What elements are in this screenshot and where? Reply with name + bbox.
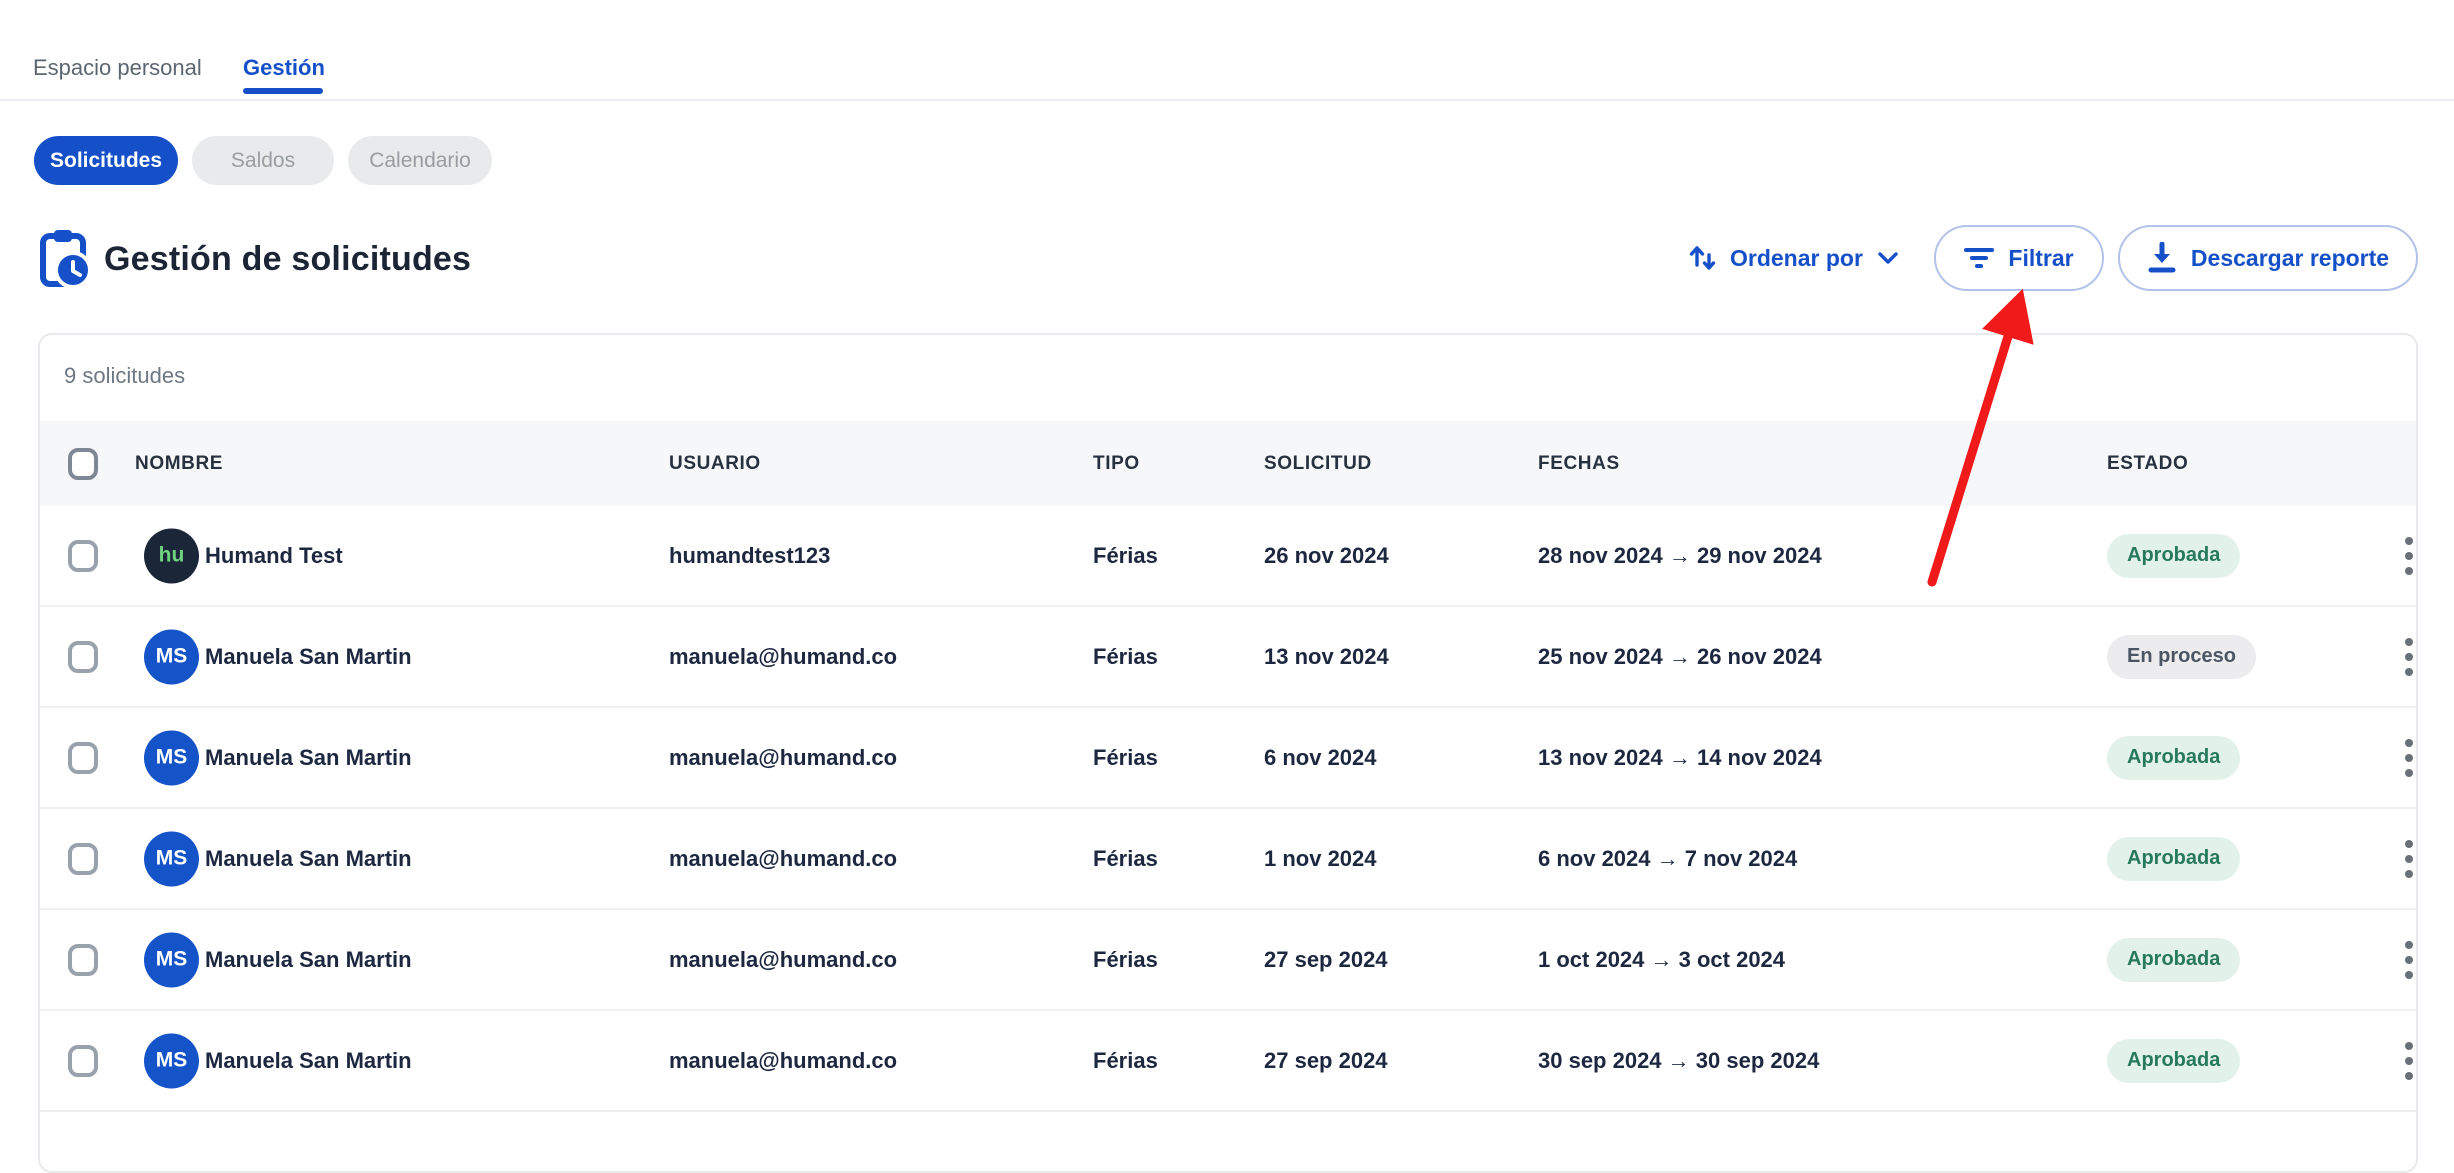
download-report-label: Descargar reporte: [2191, 245, 2389, 272]
kebab-menu-icon[interactable]: [2396, 1039, 2422, 1083]
cell-user: manuela@humand.co: [669, 745, 897, 771]
cell-tipo: Férias: [1093, 543, 1158, 569]
table-row: MS Manuela San Martin manuela@humand.co …: [40, 910, 2416, 1011]
col-header-tipo: TIPO: [1093, 453, 1140, 475]
cell-solicitud: 26 nov 2024: [1264, 543, 1389, 569]
cell-fechas: 1 oct 2024 → 3 oct 2024: [1538, 947, 1785, 973]
cell-fechas: 30 sep 2024 → 30 sep 2024: [1538, 1048, 1819, 1074]
row-checkbox[interactable]: [68, 1045, 98, 1077]
sort-arrows-icon: [1688, 241, 1718, 275]
cell-tipo: Férias: [1093, 745, 1158, 771]
cell-tipo: Férias: [1093, 644, 1158, 670]
avatar: hu: [144, 528, 199, 583]
avatar: MS: [144, 1033, 199, 1088]
page-title: Gestión de solicitudes: [104, 240, 471, 279]
avatar: MS: [144, 831, 199, 886]
avatar: MS: [144, 932, 199, 987]
table-header-row: NOMBRE USUARIO TIPO SOLICITUD FECHAS EST…: [40, 421, 2416, 506]
cell-user: humandtest123: [669, 543, 830, 569]
filter-icon: [1964, 245, 1994, 271]
cell-fechas: 25 nov 2024 → 26 nov 2024: [1538, 644, 1822, 670]
kebab-menu-icon[interactable]: [2396, 534, 2422, 578]
table-body: hu Humand Test humandtest123 Férias 26 n…: [40, 506, 2416, 1112]
kebab-menu-icon[interactable]: [2396, 635, 2422, 679]
request-count: 9 solicitudes: [64, 363, 185, 389]
cell-tipo: Férias: [1093, 1048, 1158, 1074]
cell-fechas: 6 nov 2024 → 7 nov 2024: [1538, 846, 1797, 872]
cell-solicitud: 6 nov 2024: [1264, 745, 1377, 771]
cell-name: Manuela San Martin: [205, 1048, 412, 1074]
pill-saldos[interactable]: Saldos: [192, 136, 334, 185]
col-header-usuario: USUARIO: [669, 453, 761, 475]
col-header-estado: ESTADO: [2107, 453, 2188, 475]
sort-by-label: Ordenar por: [1730, 245, 1863, 272]
status-badge: Aprobada: [2107, 736, 2240, 780]
cell-name: Manuela San Martin: [205, 745, 412, 771]
cell-name: Humand Test: [205, 543, 343, 569]
kebab-menu-icon[interactable]: [2396, 938, 2422, 982]
row-checkbox[interactable]: [68, 944, 98, 976]
status-badge: Aprobada: [2107, 938, 2240, 982]
table-row: MS Manuela San Martin manuela@humand.co …: [40, 809, 2416, 910]
requests-card: 9 solicitudes NOMBRE USUARIO TIPO SOLICI…: [38, 333, 2418, 1173]
avatar: MS: [144, 629, 199, 684]
table-row: MS Manuela San Martin manuela@humand.co …: [40, 1011, 2416, 1112]
cell-name: Manuela San Martin: [205, 644, 412, 670]
cell-tipo: Férias: [1093, 947, 1158, 973]
kebab-menu-icon[interactable]: [2396, 837, 2422, 881]
pill-calendario[interactable]: Calendario: [348, 136, 492, 185]
cell-name: Manuela San Martin: [205, 947, 412, 973]
cell-fechas: 13 nov 2024 → 14 nov 2024: [1538, 745, 1822, 771]
col-header-solicitud: SOLICITUD: [1264, 453, 1372, 475]
row-checkbox[interactable]: [68, 843, 98, 875]
cell-user: manuela@humand.co: [669, 846, 897, 872]
cell-solicitud: 27 sep 2024: [1264, 947, 1388, 973]
clipboard-clock-icon: [40, 228, 90, 288]
download-icon: [2147, 242, 2177, 274]
chevron-down-icon: [1875, 245, 1901, 271]
kebab-menu-icon[interactable]: [2396, 736, 2422, 780]
col-header-nombre: NOMBRE: [135, 453, 223, 475]
active-tab-indicator: [243, 88, 323, 94]
status-badge: En proceso: [2107, 635, 2256, 679]
tabs-divider: [0, 99, 2454, 101]
select-all-checkbox[interactable]: [68, 448, 98, 480]
cell-solicitud: 13 nov 2024: [1264, 644, 1389, 670]
row-checkbox[interactable]: [68, 742, 98, 774]
cell-fechas: 28 nov 2024 → 29 nov 2024: [1538, 543, 1822, 569]
table-row: hu Humand Test humandtest123 Férias 26 n…: [40, 506, 2416, 607]
row-checkbox[interactable]: [68, 641, 98, 673]
table-row: MS Manuela San Martin manuela@humand.co …: [40, 708, 2416, 809]
table-row: MS Manuela San Martin manuela@humand.co …: [40, 607, 2416, 708]
filter-button[interactable]: Filtrar: [1934, 225, 2104, 291]
cell-user: manuela@humand.co: [669, 947, 897, 973]
filter-button-label: Filtrar: [2008, 245, 2073, 272]
pill-solicitudes[interactable]: Solicitudes: [34, 136, 178, 185]
tab-espacio-personal[interactable]: Espacio personal: [33, 55, 202, 81]
cell-user: manuela@humand.co: [669, 1048, 897, 1074]
sort-by-dropdown[interactable]: Ordenar por: [1688, 225, 1901, 291]
status-badge: Aprobada: [2107, 1039, 2240, 1083]
cell-solicitud: 27 sep 2024: [1264, 1048, 1388, 1074]
cell-user: manuela@humand.co: [669, 644, 897, 670]
avatar: MS: [144, 730, 199, 785]
cell-tipo: Férias: [1093, 846, 1158, 872]
status-badge: Aprobada: [2107, 534, 2240, 578]
cell-solicitud: 1 nov 2024: [1264, 846, 1377, 872]
download-report-button[interactable]: Descargar reporte: [2118, 225, 2418, 291]
tab-gestion[interactable]: Gestión: [243, 55, 325, 81]
status-badge: Aprobada: [2107, 837, 2240, 881]
col-header-fechas: FECHAS: [1538, 453, 1620, 475]
cell-name: Manuela San Martin: [205, 846, 412, 872]
row-checkbox[interactable]: [68, 540, 98, 572]
